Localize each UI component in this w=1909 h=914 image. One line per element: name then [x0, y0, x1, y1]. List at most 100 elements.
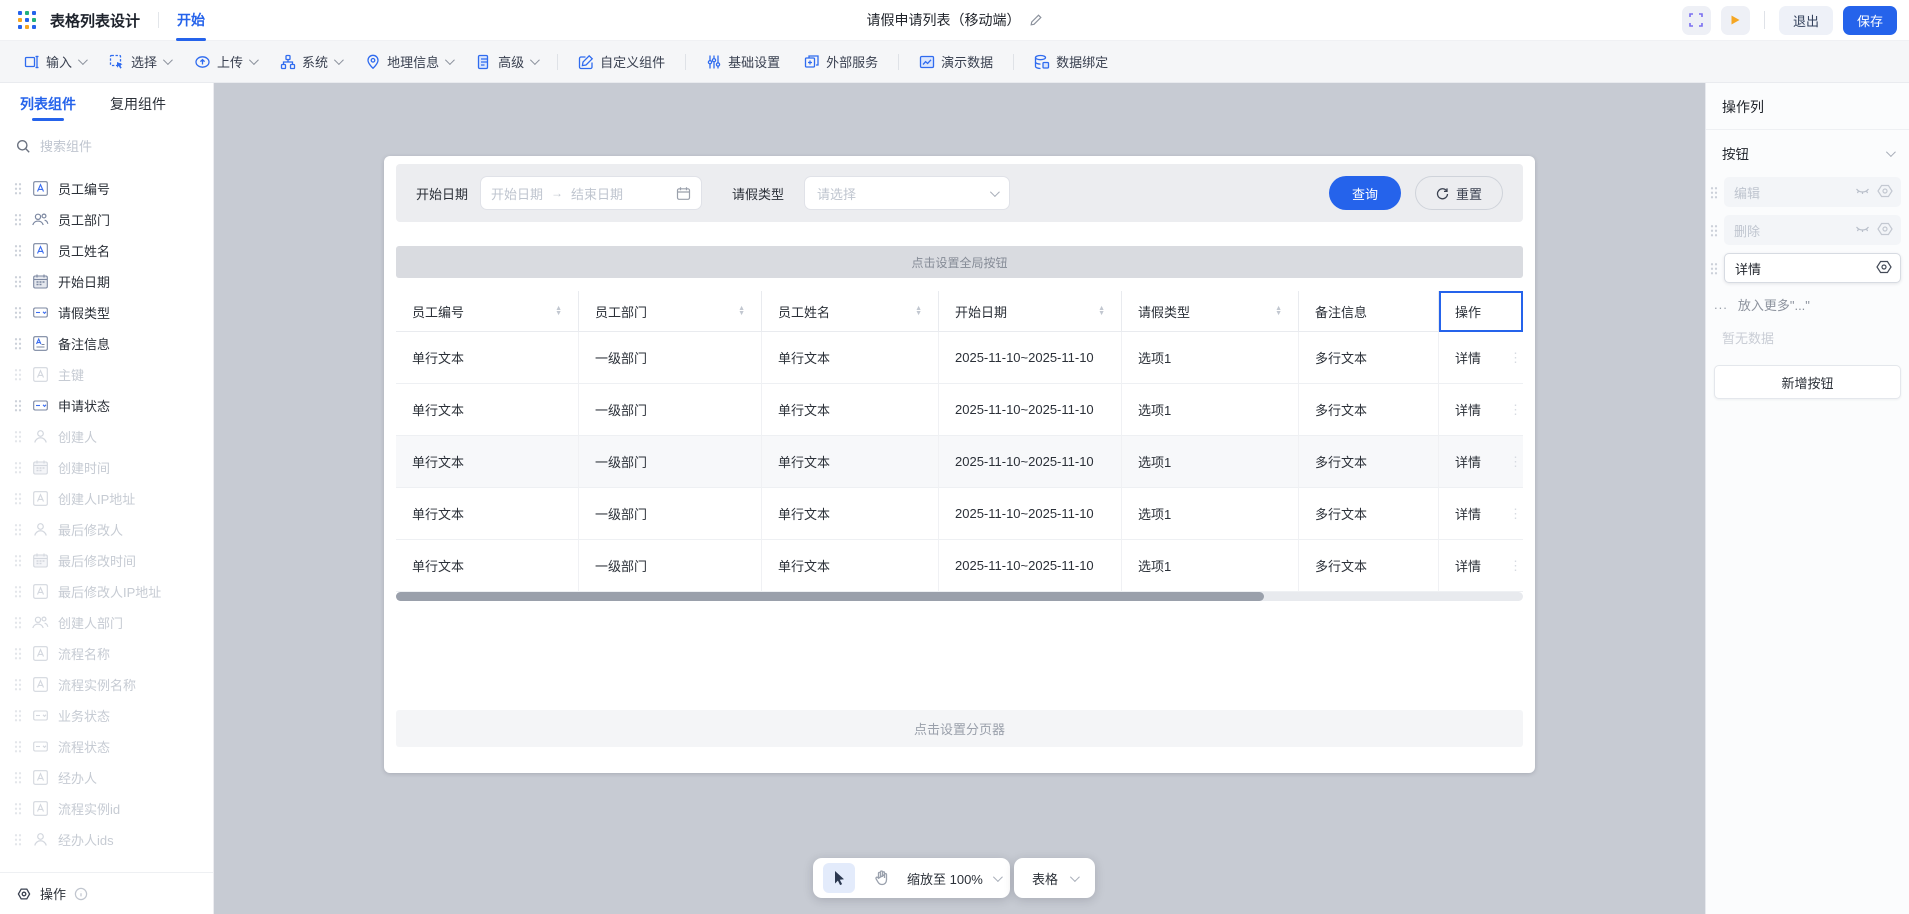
- date-range-input[interactable]: 开始日期 → 结束日期: [480, 176, 703, 210]
- sort-icon[interactable]: ▲ ▼: [555, 305, 562, 317]
- query-button[interactable]: 查询: [1328, 176, 1401, 210]
- toolbar-item-输入[interactable]: 输入: [14, 47, 95, 77]
- sort-icon[interactable]: ▲ ▼: [1098, 305, 1105, 317]
- column-header-开始日期[interactable]: 开始日期 ▲ ▼: [939, 291, 1122, 332]
- chevron-down-icon: [77, 55, 88, 66]
- data-table[interactable]: 员工编号 ▲ ▼ 员工部门 ▲ ▼ 员工姓名 ▲ ▼ 开始日期 ▲ ▼ 请假类型 ▲ ▼ 备注信息 操作 单行文…: [396, 291, 1523, 592]
- sidebar-item-开始日期[interactable]: 开始日期: [0, 266, 213, 297]
- eye-off-icon[interactable]: [1855, 223, 1870, 238]
- toolbar-item-外部服务[interactable]: 外部服务: [794, 47, 888, 77]
- sort-icon[interactable]: ▲ ▼: [738, 305, 745, 317]
- sidebar-tab-列表组件[interactable]: 列表组件: [20, 83, 76, 125]
- toolbar-item-系统[interactable]: 系统: [270, 47, 351, 77]
- save-button[interactable]: 保存: [1842, 5, 1897, 35]
- sort-icon[interactable]: ▲ ▼: [915, 305, 922, 317]
- sidebar-item-员工编号[interactable]: 员工编号: [0, 173, 213, 204]
- drag-handle-icon[interactable]: [14, 306, 22, 319]
- toolbar-item-地理信息[interactable]: 地理信息: [355, 47, 462, 77]
- department-icon: [31, 211, 49, 229]
- pagination-placeholder[interactable]: 点击设置分页器: [396, 710, 1523, 747]
- sidebar-item-员工姓名[interactable]: 员工姓名: [0, 235, 213, 266]
- drag-handle-icon[interactable]: [14, 275, 22, 288]
- sidebar-item-备注信息[interactable]: 备注信息: [0, 328, 213, 359]
- button-section-header[interactable]: 按钮: [1706, 130, 1909, 173]
- global-button-placeholder[interactable]: 点击设置全局按钮: [396, 246, 1523, 278]
- sidebar-tab-复用组件[interactable]: 复用组件: [110, 83, 166, 125]
- sidebar-item-最后修改人: 最后修改人: [0, 514, 213, 545]
- action-cell[interactable]: 详情 ⋮: [1439, 436, 1523, 488]
- action-cell[interactable]: 详情 ⋮: [1439, 540, 1523, 592]
- column-header-备注信息[interactable]: 备注信息: [1299, 291, 1439, 332]
- range-arrow-icon: →: [551, 186, 564, 200]
- text-field-icon: [31, 242, 49, 260]
- search-input[interactable]: [40, 138, 180, 154]
- action-cell[interactable]: 详情 ⋮: [1439, 488, 1523, 540]
- horizontal-scrollbar[interactable]: [396, 592, 1523, 601]
- toolbar-item-上传[interactable]: 上传: [184, 47, 266, 77]
- tab-start[interactable]: 开始: [177, 0, 205, 41]
- drag-handle-icon: [14, 523, 22, 536]
- operation-gear-icon: [17, 887, 31, 900]
- scrollbar-thumb[interactable]: [396, 592, 1264, 601]
- add-button-button[interactable]: 新增按钮: [1714, 365, 1901, 399]
- toolbar-item-基础设置[interactable]: 基础设置: [696, 47, 790, 77]
- zoom-chevron-icon[interactable]: [992, 871, 1003, 882]
- column-header-员工编号[interactable]: 员工编号 ▲ ▼: [396, 291, 579, 332]
- component-search[interactable]: [16, 129, 197, 163]
- visibility-toggle-icon[interactable]: [1877, 222, 1893, 239]
- fullscreen-button[interactable]: [1681, 5, 1711, 35]
- button-name-input[interactable]: 删除: [1724, 215, 1901, 245]
- cursor-tool-button[interactable]: [823, 863, 855, 893]
- action-cell[interactable]: 详情 ⋮: [1439, 384, 1523, 436]
- column-header-请假类型[interactable]: 请假类型 ▲ ▼: [1122, 291, 1299, 332]
- toolbar-item-高级[interactable]: 高级: [466, 47, 547, 77]
- sidebar-item-经办人: 经办人: [0, 762, 213, 793]
- sidebar-item-员工部门[interactable]: 员工部门: [0, 204, 213, 235]
- drag-handle-icon: [14, 585, 22, 598]
- visibility-toggle-icon[interactable]: [1877, 184, 1893, 201]
- zoom-level-label[interactable]: 缩放至 100%: [907, 869, 983, 888]
- sidebar-item-label: 员工部门: [58, 213, 111, 228]
- toolbar-item-数据绑定[interactable]: 数据绑定: [1024, 47, 1118, 77]
- hand-tool-button[interactable]: [865, 863, 897, 893]
- drag-handle-icon[interactable]: [14, 337, 22, 350]
- column-header-员工部门[interactable]: 员工部门 ▲ ▼: [579, 291, 762, 332]
- put-into-more-row[interactable]: ... 放入更多"...": [1706, 287, 1909, 316]
- column-header-员工姓名[interactable]: 员工姓名 ▲ ▼: [762, 291, 939, 332]
- component-selector-pill[interactable]: 表格: [1014, 858, 1096, 898]
- toolbar-item-自定义组件[interactable]: 自定义组件: [568, 47, 675, 77]
- drag-handle-icon[interactable]: [1710, 223, 1718, 237]
- leave-type-select[interactable]: 请选择: [804, 176, 1011, 210]
- action-cell[interactable]: 详情 ⋮: [1439, 332, 1523, 384]
- sort-icon[interactable]: ▲ ▼: [1275, 305, 1282, 317]
- table-cell: 选项1: [1122, 332, 1299, 384]
- button-name-input[interactable]: 编辑: [1724, 177, 1901, 207]
- app-grid-icon[interactable]: [18, 11, 36, 29]
- drag-handle-icon[interactable]: [1710, 261, 1718, 275]
- sidebar-item-申请状态[interactable]: 申请状态: [0, 390, 213, 421]
- button-name-input[interactable]: 详情: [1724, 253, 1901, 283]
- sidebar-item-label: 最后修改时间: [58, 554, 137, 569]
- toolbar-item-演示数据[interactable]: 演示数据: [909, 47, 1003, 77]
- sidebar-item-请假类型[interactable]: 请假类型: [0, 297, 213, 328]
- drag-handle-icon[interactable]: [14, 182, 22, 195]
- edit-title-icon[interactable]: [1029, 13, 1043, 27]
- drag-handle-icon[interactable]: [14, 244, 22, 257]
- drag-handle-icon[interactable]: [14, 399, 22, 412]
- page-artboard[interactable]: 开始日期 开始日期 → 结束日期 请假类型 请选择 查询 重置 点击设置全局按钮…: [384, 156, 1535, 773]
- component-chevron-icon[interactable]: [1069, 871, 1080, 882]
- table-cell: 一级部门: [579, 436, 762, 488]
- sidebar-footer-operation[interactable]: 操作: [0, 872, 213, 914]
- drag-handle-icon[interactable]: [14, 213, 22, 226]
- toolbar-item-选择[interactable]: 选择: [99, 47, 180, 77]
- filter-bar[interactable]: 开始日期 开始日期 → 结束日期 请假类型 请选择 查询 重置: [396, 164, 1523, 222]
- visibility-toggle-icon[interactable]: [1876, 260, 1892, 277]
- action-button-row-详情: 详情: [1706, 249, 1909, 287]
- reset-button[interactable]: 重置: [1414, 176, 1503, 210]
- design-canvas[interactable]: 开始日期 开始日期 → 结束日期 请假类型 请选择 查询 重置 点击设置全局按钮…: [214, 83, 1705, 914]
- exit-button[interactable]: 退出: [1778, 5, 1833, 35]
- drag-handle-icon[interactable]: [1710, 185, 1718, 199]
- eye-off-icon[interactable]: [1855, 185, 1870, 200]
- preview-button[interactable]: [1720, 5, 1750, 35]
- column-header-操作[interactable]: 操作: [1439, 291, 1523, 332]
